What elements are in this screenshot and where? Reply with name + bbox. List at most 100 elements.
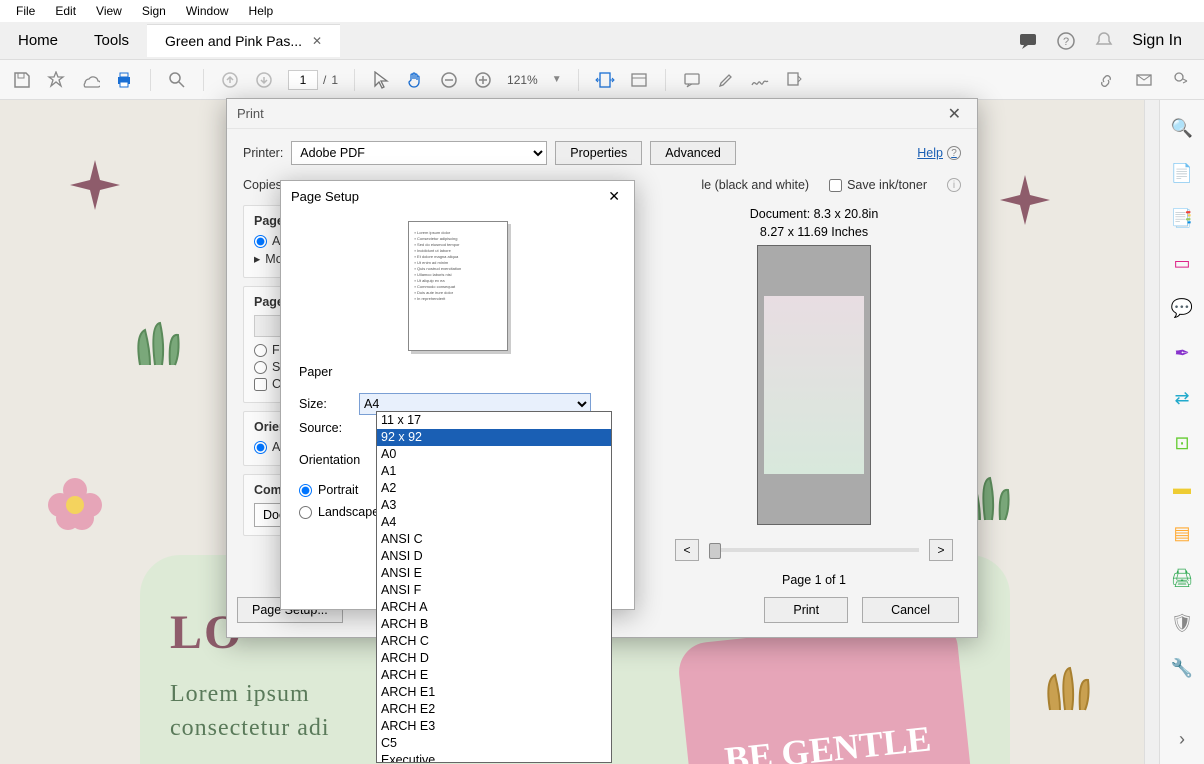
comment-panel-icon[interactable]: 💬: [1171, 298, 1193, 319]
link-icon[interactable]: [1096, 70, 1116, 90]
mail-icon[interactable]: [1134, 70, 1154, 90]
highlight-icon[interactable]: [716, 70, 736, 90]
save-ink-checkbox[interactable]: Save ink/toner: [829, 178, 927, 192]
compress-icon[interactable]: ⊡: [1174, 433, 1189, 454]
paper-size-option[interactable]: ARCH C: [377, 633, 611, 650]
bell-icon[interactable]: [1094, 31, 1114, 51]
page-up-icon[interactable]: [220, 70, 240, 90]
select-icon[interactable]: [371, 70, 391, 90]
paper-size-option[interactable]: 11 x 17: [377, 412, 611, 429]
share-icon[interactable]: [1172, 70, 1192, 90]
menu-edit[interactable]: Edit: [45, 2, 86, 20]
page-setup-titlebar[interactable]: Page Setup ✕: [281, 181, 634, 211]
paper-size-option[interactable]: A2: [377, 480, 611, 497]
page-total: 1: [331, 73, 338, 87]
redact-icon[interactable]: ▬: [1173, 478, 1191, 499]
chat-icon[interactable]: [1018, 31, 1038, 51]
sign-icon[interactable]: [750, 70, 770, 90]
zoom-in-icon[interactable]: [473, 70, 493, 90]
paper-size-option[interactable]: ARCH E3: [377, 718, 611, 735]
zoom-level[interactable]: 121%: [507, 73, 538, 87]
paper-size-option[interactable]: C5: [377, 735, 611, 752]
paper-size-option[interactable]: ARCH A: [377, 599, 611, 616]
advanced-button[interactable]: Advanced: [650, 141, 736, 165]
paper-size-option[interactable]: 92 x 92: [377, 429, 611, 446]
orientation-legend: Orientation: [299, 453, 360, 467]
menu-window[interactable]: Window: [176, 2, 239, 20]
menu-view[interactable]: View: [86, 2, 132, 20]
star-icon[interactable]: [46, 70, 66, 90]
tab-document[interactable]: Green and Pink Pas... ✕: [147, 24, 340, 57]
page-indicator: / 1: [288, 70, 338, 90]
hand-icon[interactable]: [405, 70, 425, 90]
stamp-icon[interactable]: [784, 70, 804, 90]
tab-home[interactable]: Home: [0, 24, 76, 57]
print-icon[interactable]: [114, 70, 134, 90]
preview-slider[interactable]: [709, 548, 919, 552]
collapse-panel-icon[interactable]: ›: [1179, 729, 1185, 750]
paper-size-option[interactable]: A1: [377, 463, 611, 480]
preview-prev-button[interactable]: <: [675, 539, 699, 561]
help-icon[interactable]: ?: [1056, 31, 1076, 51]
paper-size-option[interactable]: ARCH B: [377, 616, 611, 633]
page-setup-title: Page Setup: [291, 189, 359, 204]
tab-document-label: Green and Pink Pas...: [165, 33, 302, 49]
export-pdf-icon[interactable]: 📄: [1171, 163, 1193, 184]
paper-size-option[interactable]: ANSI F: [377, 582, 611, 599]
svg-text:?: ?: [1063, 36, 1069, 48]
sign-in-link[interactable]: Sign In: [1132, 32, 1182, 50]
more-tools-icon[interactable]: 🔧: [1171, 658, 1193, 679]
edit-pdf-icon[interactable]: ▭: [1173, 253, 1190, 274]
properties-button[interactable]: Properties: [555, 141, 642, 165]
create-pdf-icon[interactable]: 📑: [1171, 208, 1193, 229]
paper-size-option[interactable]: ANSI C: [377, 531, 611, 548]
print-dialog-title: Print: [237, 106, 264, 121]
zoom-out-icon[interactable]: [439, 70, 459, 90]
paper-size-option[interactable]: ARCH E1: [377, 684, 611, 701]
print-button[interactable]: Print: [764, 597, 848, 623]
print-dialog-titlebar[interactable]: Print ✕: [227, 99, 977, 129]
page-current-input[interactable]: [288, 70, 318, 90]
paper-size-option[interactable]: A0: [377, 446, 611, 463]
paper-size-option[interactable]: ARCH D: [377, 650, 611, 667]
menu-file[interactable]: File: [6, 2, 45, 20]
menu-help[interactable]: Help: [239, 2, 284, 20]
plant-deco: [1040, 660, 1100, 715]
cancel-button[interactable]: Cancel: [862, 597, 959, 623]
paper-size-dropdown[interactable]: 11 x 1792 x 92A0A1A2A3A4ANSI CANSI DANSI…: [376, 411, 612, 763]
sparkle-deco: [70, 160, 120, 210]
fit-width-icon[interactable]: [595, 70, 615, 90]
plant-deco: [130, 315, 190, 370]
printer-select[interactable]: Adobe PDF: [291, 141, 547, 165]
page-down-icon[interactable]: [254, 70, 274, 90]
save-icon[interactable]: [12, 70, 32, 90]
menu-bar: FileEditViewSignWindowHelp: [0, 0, 1204, 22]
help-link[interactable]: Help ?: [917, 146, 961, 160]
page-setup-preview: ▪ Lorem ipsum dolor▪ Consectetur adipisc…: [408, 221, 508, 351]
shield-icon[interactable]: 🛡: [1171, 613, 1194, 634]
flower-deco: [40, 470, 110, 540]
protect-icon[interactable]: 🖨: [1171, 568, 1194, 589]
close-icon[interactable]: ✕: [942, 104, 967, 124]
menu-sign[interactable]: Sign: [132, 2, 176, 20]
paper-size-option[interactable]: A3: [377, 497, 611, 514]
combine-icon[interactable]: ▤: [1173, 523, 1190, 544]
search-icon[interactable]: [167, 70, 187, 90]
paper-size-option[interactable]: A4: [377, 514, 611, 531]
preview-next-button[interactable]: >: [929, 539, 953, 561]
comment-icon[interactable]: [682, 70, 702, 90]
search-panel-icon[interactable]: 🔍: [1171, 118, 1193, 139]
paper-size-option[interactable]: ANSI E: [377, 565, 611, 582]
fill-sign-icon[interactable]: ✒: [1174, 343, 1189, 364]
organize-icon[interactable]: ⇄: [1174, 388, 1189, 409]
close-icon[interactable]: ✕: [604, 188, 624, 205]
cloud-icon[interactable]: [80, 70, 100, 90]
paper-size-option[interactable]: ANSI D: [377, 548, 611, 565]
tab-tools[interactable]: Tools: [76, 24, 147, 57]
paper-size-option[interactable]: ARCH E2: [377, 701, 611, 718]
fit-page-icon[interactable]: [629, 70, 649, 90]
right-side-panel: 🔍 📄 📑 ▭ 💬 ✒ ⇄ ⊡ ▬ ▤ 🖨 🛡 🔧 ›: [1159, 100, 1204, 764]
paper-size-option[interactable]: Executive: [377, 752, 611, 763]
paper-size-option[interactable]: ARCH E: [377, 667, 611, 684]
tab-close-icon[interactable]: ✕: [312, 34, 322, 48]
